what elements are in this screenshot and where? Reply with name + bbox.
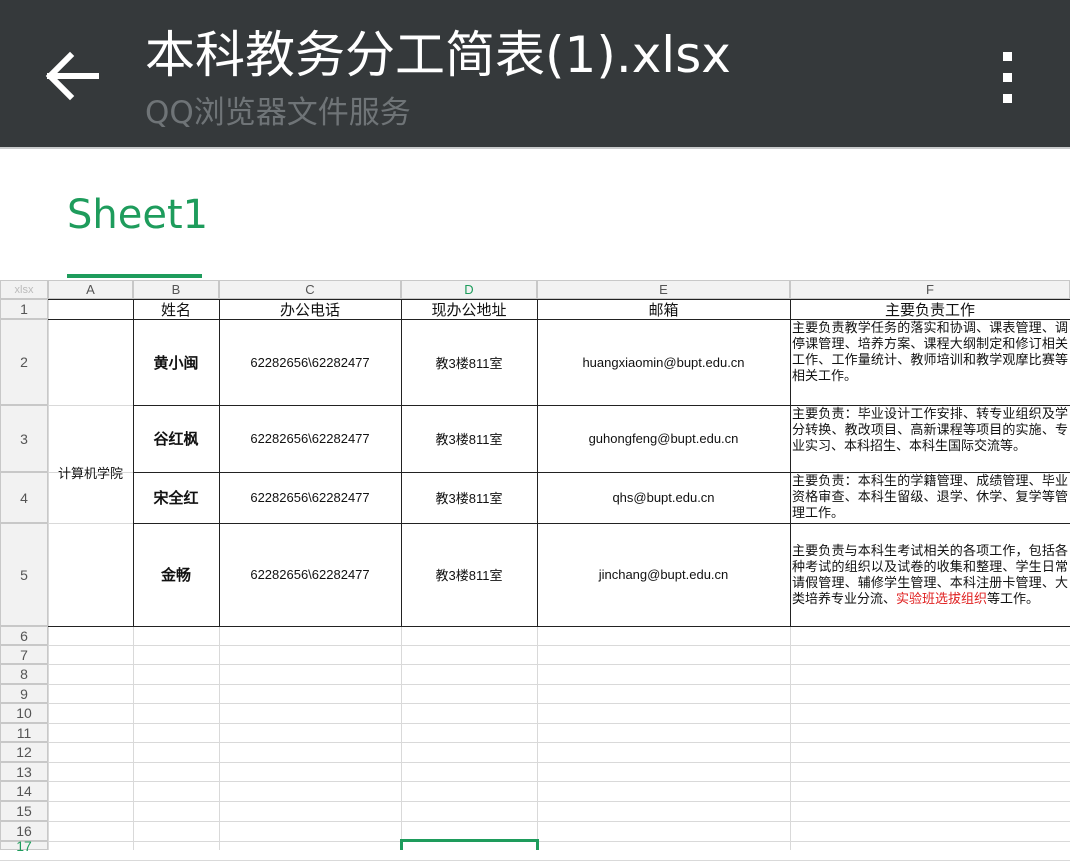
row-header-14[interactable]: 14: [0, 781, 48, 801]
duty-cell[interactable]: 主要负责与本科生考试相关的各项工作，包括各种考试的组织以及试卷的收集和整理、学生…: [791, 524, 1069, 625]
row-header-17[interactable]: 17: [0, 838, 48, 854]
phone-cell[interactable]: 62282656\62282477: [219, 319, 401, 405]
address-cell[interactable]: 教3楼811室: [401, 472, 537, 523]
header-cell-duty[interactable]: 主要负责工作: [790, 299, 1070, 319]
duty-cell[interactable]: 主要负责：毕业设计工作安排、转专业组织及学分转换、教改项目、高新课程等项目的实施…: [791, 406, 1069, 471]
grid-hline: [0, 801, 1070, 802]
grid-hline: [0, 684, 1070, 685]
header-cell-name[interactable]: 姓名: [133, 299, 219, 319]
name-cell[interactable]: 宋全红: [133, 472, 219, 523]
department-cell[interactable]: 计算机学院: [48, 319, 133, 626]
email-cell[interactable]: jinchang@bupt.edu.cn: [537, 523, 790, 626]
row-header-6[interactable]: 6: [0, 626, 48, 645]
row-header-5[interactable]: 5: [0, 523, 48, 626]
address-cell[interactable]: 教3楼811室: [401, 319, 537, 405]
phone-cell[interactable]: 62282656\62282477: [219, 405, 401, 472]
duty-text: 主要负责与本科生考试相关的各项工作，包括各种考试的组织以及试卷的收集和整理、学生…: [792, 543, 1068, 607]
column-header-b[interactable]: B: [133, 280, 219, 299]
name-cell[interactable]: 谷红枫: [133, 405, 219, 472]
row-header-8[interactable]: 8: [0, 664, 48, 684]
duty-text: 主要负责：毕业设计工作安排、转专业组织及学分转换、教改项目、高新课程等项目的实施…: [792, 406, 1068, 453]
header-cell-address[interactable]: 现办公地址: [401, 299, 537, 319]
column-header-d[interactable]: D: [401, 280, 537, 299]
sheet-corner: xlsx: [0, 280, 48, 299]
table-border: [133, 626, 1070, 627]
header-cell-phone[interactable]: 办公电话: [219, 299, 401, 319]
name-cell[interactable]: 金畅: [133, 523, 219, 626]
address-cell[interactable]: 教3楼811室: [401, 405, 537, 472]
grid-hline: [0, 762, 1070, 763]
row-header-10[interactable]: 10: [0, 703, 48, 723]
row-header-13[interactable]: 13: [0, 762, 48, 781]
grid-hline: [0, 645, 1070, 646]
row-header-12[interactable]: 12: [0, 742, 48, 762]
row-header-4[interactable]: 4: [0, 472, 48, 523]
duty-cell[interactable]: 主要负责：本科生的学籍管理、成绩管理、毕业资格审查、本科生留级、退学、休学、复学…: [791, 473, 1069, 522]
row-header-15[interactable]: 15: [0, 801, 48, 821]
selected-cell-d17[interactable]: [400, 839, 539, 850]
row-header-9[interactable]: 9: [0, 684, 48, 703]
row-header-1[interactable]: 1: [0, 299, 48, 319]
row-header-11[interactable]: 11: [0, 723, 48, 742]
grid-hline: [0, 821, 1070, 822]
table-border: [48, 626, 133, 627]
grid-hline: [0, 742, 1070, 743]
row-header-3[interactable]: 3: [0, 405, 48, 472]
email-cell[interactable]: qhs@bupt.edu.cn: [537, 472, 790, 523]
address-cell[interactable]: 教3楼811室: [401, 523, 537, 626]
duty-cell[interactable]: 主要负责教学任务的落实和协调、课表管理、调停课管理、培养方案、课程大纲制定和修订…: [791, 320, 1069, 404]
header-cell-email[interactable]: 邮箱: [537, 299, 790, 319]
column-header-c[interactable]: C: [219, 280, 401, 299]
duty-text: 主要负责：本科生的学籍管理、成绩管理、毕业资格审查、本科生留级、退学、休学、复学…: [792, 473, 1068, 520]
duty-text-part: 等工作。: [987, 590, 1040, 606]
column-header-f[interactable]: F: [790, 280, 1070, 299]
phone-cell[interactable]: 62282656\62282477: [219, 523, 401, 626]
email-cell[interactable]: huangxiaomin@bupt.edu.cn: [537, 319, 790, 405]
duty-highlight-text: 实验班选拔组织: [896, 590, 988, 606]
duty-text: 主要负责教学任务的落实和协调、课表管理、调停课管理、培养方案、课程大纲制定和修订…: [792, 320, 1068, 383]
row-header-7[interactable]: 7: [0, 645, 48, 664]
spreadsheet-grid[interactable]: xlsx A B C D E F 1 2 3 4 5 6 7 8 9 10 11 12 13 14 15 16 17 姓名 办公电…: [0, 0, 1070, 861]
grid-hline: [0, 723, 1070, 724]
column-header-e[interactable]: E: [537, 280, 790, 299]
name-cell[interactable]: 黄小闽: [133, 319, 219, 405]
grid-hline: [0, 664, 1070, 665]
email-cell[interactable]: guhongfeng@bupt.edu.cn: [537, 405, 790, 472]
grid-hline: [0, 781, 1070, 782]
column-header-a[interactable]: A: [48, 280, 133, 299]
row-header-2[interactable]: 2: [0, 319, 48, 405]
grid-hline: [0, 703, 1070, 704]
phone-cell[interactable]: 62282656\62282477: [219, 472, 401, 523]
